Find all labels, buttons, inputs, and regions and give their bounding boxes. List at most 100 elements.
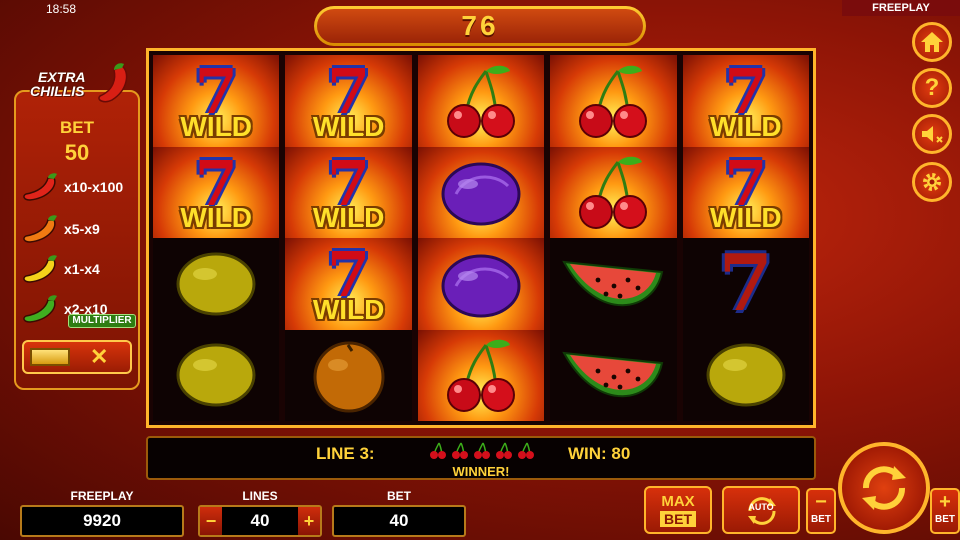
reel-cell-lemon bbox=[153, 238, 280, 330]
spin-arrows-icon bbox=[862, 466, 906, 510]
plum-icon bbox=[441, 162, 521, 226]
top-counter-value: 76 bbox=[317, 9, 643, 43]
reel-cell-cherry bbox=[550, 146, 677, 238]
wild-label: WILD bbox=[710, 110, 782, 142]
wild-label: WILD bbox=[312, 293, 385, 325]
toggle-knob[interactable] bbox=[30, 348, 70, 366]
reel-cell-wild: 7 WILD bbox=[285, 146, 412, 238]
lines-plus-button[interactable]: + bbox=[298, 507, 320, 535]
reel-grid: 7 WILD 7 WILD 7 WILD 7 WILD 7 WILD 7 WILD 7 WILD 7 bbox=[146, 48, 816, 428]
top-counter: 76 bbox=[314, 6, 646, 46]
watermelon-icon bbox=[562, 352, 664, 398]
extra-chillis-toggle[interactable]: ✕ bbox=[22, 340, 132, 374]
multiplier-range: x5-x9 bbox=[64, 221, 100, 237]
reel-3 bbox=[417, 55, 545, 421]
wild-label: WILD bbox=[312, 202, 385, 233]
lines-label: LINES bbox=[242, 489, 278, 503]
chili-logo-icon bbox=[98, 63, 128, 103]
chili-icon bbox=[23, 215, 57, 243]
bet-increase-button[interactable]: + BET bbox=[930, 488, 960, 534]
lemon-icon bbox=[176, 343, 256, 407]
logo-line2: CHILLIS bbox=[30, 83, 85, 99]
reel-2: 7 WILD 7 WILD 7 WILD bbox=[285, 55, 412, 421]
multiplier-row: x10-x100 bbox=[20, 170, 136, 204]
home-button[interactable] bbox=[912, 22, 952, 62]
win-line-cherry-icon bbox=[450, 442, 470, 465]
reel-cell-cherry bbox=[417, 329, 545, 421]
reel-cell-cherry bbox=[417, 55, 545, 147]
reel-cell-lemon bbox=[682, 329, 809, 421]
reel-cell-orange bbox=[285, 329, 412, 421]
wild-label: WILD bbox=[710, 202, 782, 233]
freeplay-balance: 9920 bbox=[20, 505, 184, 537]
bet-decrease-button[interactable]: − BET bbox=[806, 488, 836, 534]
help-icon: ? bbox=[924, 74, 940, 101]
mode-indicator: FREEPLAY bbox=[842, 0, 960, 16]
chili-icon bbox=[23, 255, 57, 283]
winner-message: WINNER! bbox=[452, 464, 510, 479]
reel-4 bbox=[550, 55, 677, 421]
reel-cell-lemon bbox=[153, 329, 280, 421]
reel-cell-plum bbox=[417, 146, 545, 238]
autoplay-label: AUTO bbox=[748, 502, 774, 512]
multiplier-badge: MULTIPLIER bbox=[68, 314, 136, 328]
reel-cell-watermelon bbox=[550, 329, 677, 421]
reel-cell-wild: 7 WILD bbox=[682, 55, 809, 147]
clock: 18:58 bbox=[46, 2, 77, 16]
multiplier-range: x1-x4 bbox=[64, 261, 100, 277]
max-bet-button[interactable]: MAX BET bbox=[644, 486, 712, 534]
settings-button[interactable] bbox=[912, 162, 952, 202]
reel-cell-watermelon bbox=[550, 238, 677, 330]
sound-button[interactable] bbox=[912, 114, 952, 154]
side-bet-value: 50 bbox=[64, 140, 90, 165]
bet-decrease-symbol: − bbox=[815, 491, 827, 513]
bet-value: 40 bbox=[332, 505, 466, 537]
cherry-icon bbox=[446, 65, 515, 138]
autoplay-button[interactable]: AUTO bbox=[722, 486, 800, 534]
win-line-label: LINE 3: bbox=[316, 444, 375, 463]
toggle-off-icon: ✕ bbox=[90, 344, 109, 369]
cherry-icon bbox=[446, 339, 515, 413]
spin-button[interactable] bbox=[838, 442, 930, 534]
win-line-cherry-icon bbox=[472, 442, 492, 465]
reel-cell-cherry bbox=[550, 55, 677, 147]
multiplier-row: x5-x9 bbox=[20, 212, 136, 246]
game-logo: EXTRA CHILLIS bbox=[26, 58, 136, 110]
win-line-cherry-icon bbox=[494, 442, 514, 465]
watermelon-icon bbox=[562, 260, 664, 306]
side-bet-label: BET bbox=[60, 118, 94, 137]
reel-1: 7 WILD 7 WILD bbox=[153, 55, 280, 421]
wild-label: WILD bbox=[180, 110, 252, 142]
reel-cell-seven: 7 bbox=[682, 238, 809, 330]
seven-icon: 7 bbox=[718, 238, 773, 330]
win-line-cherry-icon bbox=[428, 442, 448, 465]
chili-icon bbox=[23, 173, 57, 201]
home-icon bbox=[921, 32, 943, 52]
bet-decrease-label: BET bbox=[811, 514, 831, 525]
logo-line1: EXTRA bbox=[38, 69, 86, 85]
cherry-icon bbox=[579, 65, 648, 138]
freeplay-label: FREEPLAY bbox=[70, 489, 134, 503]
reel-cell-wild: 7 WILD bbox=[682, 146, 809, 238]
wild-label: WILD bbox=[180, 202, 252, 233]
reel-cell-wild: 7 WILD bbox=[153, 55, 280, 147]
win-line-cherry-icon bbox=[516, 442, 536, 465]
bet-label: BET bbox=[387, 489, 411, 503]
max-bet-label-top: MAX bbox=[661, 493, 695, 510]
lines-value: 40 bbox=[250, 511, 270, 530]
win-amount: WIN: 80 bbox=[568, 444, 631, 463]
plum-icon bbox=[441, 254, 521, 318]
bet-increase-label: BET bbox=[935, 514, 955, 525]
settings-gear-icon bbox=[923, 173, 941, 191]
help-button[interactable]: ? bbox=[912, 68, 952, 108]
lines-minus-button[interactable]: − bbox=[200, 507, 222, 535]
cherry-icon bbox=[579, 156, 648, 230]
wild-label: WILD bbox=[312, 110, 385, 142]
reel-cell-wild: 7 WILD bbox=[285, 238, 412, 330]
lemon-icon bbox=[176, 252, 256, 316]
reel-cell-plum bbox=[417, 238, 545, 330]
multiplier-row: x1-x4 bbox=[20, 252, 136, 286]
orange-icon bbox=[313, 341, 385, 413]
multiplier-range: x10-x100 bbox=[64, 179, 124, 195]
bet-increase-symbol: + bbox=[939, 491, 951, 513]
